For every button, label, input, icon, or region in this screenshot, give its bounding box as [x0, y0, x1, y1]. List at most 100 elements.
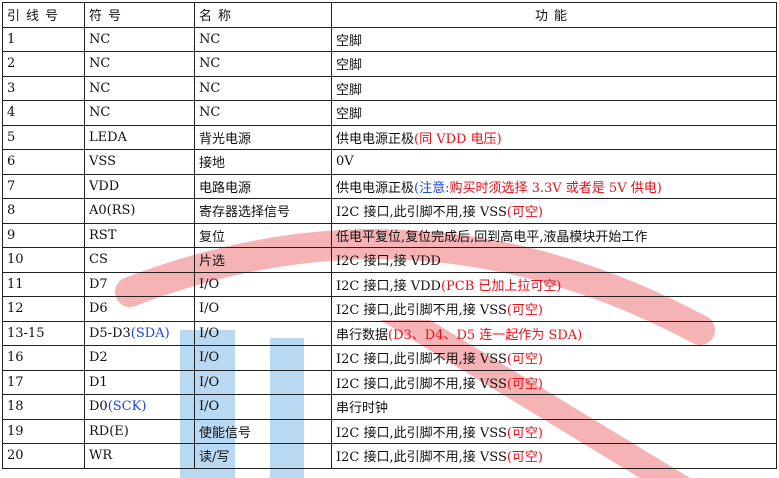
cell-pin: 17	[2, 369, 85, 395]
table-row: 18 D0(SCK) I/O 串行时钟	[2, 394, 777, 420]
cell-pin: 16	[2, 345, 85, 371]
cell-name: 寄存器选择信号	[194, 198, 332, 224]
pin-name: I/O	[199, 399, 220, 415]
pin-number: 6	[7, 154, 16, 170]
pin-number: 20	[7, 448, 24, 464]
pin-function: I2C 接口,接 VDD	[336, 254, 441, 270]
pin-symbol: NC	[89, 31, 111, 47]
cell-function: 空脚	[331, 75, 777, 101]
cell-name: 接地	[194, 149, 332, 175]
cell-pin: 13-15	[2, 320, 85, 346]
cell-symbol: NC	[84, 75, 195, 101]
pin-name: NC	[199, 31, 221, 47]
pin-name: 读/写	[199, 450, 230, 466]
cell-function: 空脚	[331, 26, 777, 52]
pin-function: 空脚	[336, 33, 363, 49]
pin-name: NC	[199, 80, 221, 96]
cell-function: 空脚	[331, 100, 777, 126]
pin-name: I/O	[199, 276, 220, 292]
cell-symbol: D7	[84, 271, 195, 297]
pin-function: I2C 接口,此引脚不用,接 VSS	[336, 376, 507, 392]
pin-function: I2C 接口,此引脚不用,接 VSS	[336, 425, 507, 441]
pin-symbol: LEDA	[89, 129, 127, 145]
cell-name: 背光电源	[194, 124, 332, 150]
cell-name: 片选	[194, 247, 332, 273]
pin-symbol: D6	[89, 301, 108, 317]
pin-table: 引线号 符号 名称 功能 1 NC NC 空脚 2 NC NC 空脚 3 NC NC 空脚 4 NC NC 空…	[2, 2, 777, 469]
pin-symbol-note: (SCK)	[107, 399, 147, 415]
cell-function: 串行数据(D3、D4、D5 连一起作为 SDA)	[331, 320, 777, 346]
table-row: 2 NC NC 空脚	[2, 51, 777, 77]
pin-function: I2C 接口,接 VDD	[336, 278, 441, 294]
header-symbol: 符号	[84, 2, 195, 28]
table-row: 16 D2 I/O I2C 接口,此引脚不用,接 VSS(可空)	[2, 345, 777, 371]
pin-function: 串行数据	[336, 327, 389, 343]
header-pin: 引线号	[2, 2, 85, 28]
cell-name: 读/写	[194, 443, 332, 469]
table-row: 10 CS 片选 I2C 接口,接 VDD	[2, 247, 777, 273]
cell-pin: 18	[2, 394, 85, 420]
pin-function: I2C 接口,此引脚不用,接 VSS	[336, 205, 507, 221]
pin-number: 3	[7, 80, 16, 96]
cell-pin: 7	[2, 173, 85, 199]
header-function: 功能	[331, 2, 777, 28]
pin-name: 寄存器选择信号	[199, 205, 291, 221]
cell-function: I2C 接口,此引脚不用,接 VSS(可空)	[331, 296, 777, 322]
table-row: 12 D6 I/O I2C 接口,此引脚不用,接 VSS(可空)	[2, 296, 777, 322]
pin-symbol-note: (SDA)	[130, 325, 170, 341]
pin-number: 17	[7, 374, 24, 390]
pin-number: 12	[7, 301, 24, 317]
cell-function: I2C 接口,此引脚不用,接 VSS(可空)	[331, 198, 777, 224]
pin-number: 2	[7, 56, 16, 72]
cell-symbol: VSS	[84, 149, 195, 175]
cell-pin: 11	[2, 271, 85, 297]
pin-name: NC	[199, 56, 221, 72]
pin-function-note: (可空)	[506, 450, 544, 466]
pin-function-note: (可空)	[506, 352, 544, 368]
cell-pin: 6	[2, 149, 85, 175]
pin-function-note: (可空)	[506, 205, 544, 221]
cell-name: 电路电源	[194, 173, 332, 199]
cell-name: I/O	[194, 369, 332, 395]
cell-pin: 10	[2, 247, 85, 273]
cell-symbol: RD(E)	[84, 418, 195, 444]
pin-function-note: (PCB 已加上拉可空)	[440, 278, 562, 294]
pin-symbol: D0	[89, 399, 108, 415]
pin-number: 10	[7, 252, 24, 268]
pin-name: I/O	[199, 325, 220, 341]
pin-number: 8	[7, 203, 16, 219]
pin-number: 7	[7, 178, 16, 194]
cell-name: NC	[194, 75, 332, 101]
cell-name: 复位	[194, 222, 332, 248]
table-row: 19 RD(E) 使能信号 I2C 接口,此引脚不用,接 VSS(可空)	[2, 418, 777, 444]
cell-pin: 12	[2, 296, 85, 322]
pin-function: 空脚	[336, 107, 363, 123]
cell-symbol: VDD	[84, 173, 195, 199]
pin-symbol: VDD	[89, 178, 120, 194]
pin-function: 串行时钟	[336, 401, 389, 417]
cell-symbol: LEDA	[84, 124, 195, 150]
cell-name: NC	[194, 51, 332, 77]
cell-pin: 4	[2, 100, 85, 126]
cell-name: NC	[194, 26, 332, 52]
cell-symbol: NC	[84, 26, 195, 52]
table-row: 6 VSS 接地 0V	[2, 149, 777, 175]
table-row: 1 NC NC 空脚	[2, 26, 777, 52]
pin-name: 片选	[199, 254, 226, 270]
cell-symbol: NC	[84, 100, 195, 126]
cell-name: I/O	[194, 320, 332, 346]
pin-number: 1	[7, 31, 16, 47]
pin-symbol: D7	[89, 276, 108, 292]
cell-function: I2C 接口,此引脚不用,接 VSS(可空)	[331, 345, 777, 371]
cell-symbol: D2	[84, 345, 195, 371]
pin-function-note: (可空)	[506, 376, 544, 392]
cell-pin: 3	[2, 75, 85, 101]
pin-symbol: RD(E)	[89, 423, 129, 439]
pin-symbol: NC	[89, 105, 111, 121]
pin-name: I/O	[199, 350, 220, 366]
cell-pin: 8	[2, 198, 85, 224]
pin-name: NC	[199, 105, 221, 121]
table-body: 1 NC NC 空脚 2 NC NC 空脚 3 NC NC 空脚 4 NC NC 空脚 5 LEDA 背光电源 供电电…	[2, 26, 777, 469]
cell-pin: 5	[2, 124, 85, 150]
pin-name: 背光电源	[199, 131, 252, 147]
